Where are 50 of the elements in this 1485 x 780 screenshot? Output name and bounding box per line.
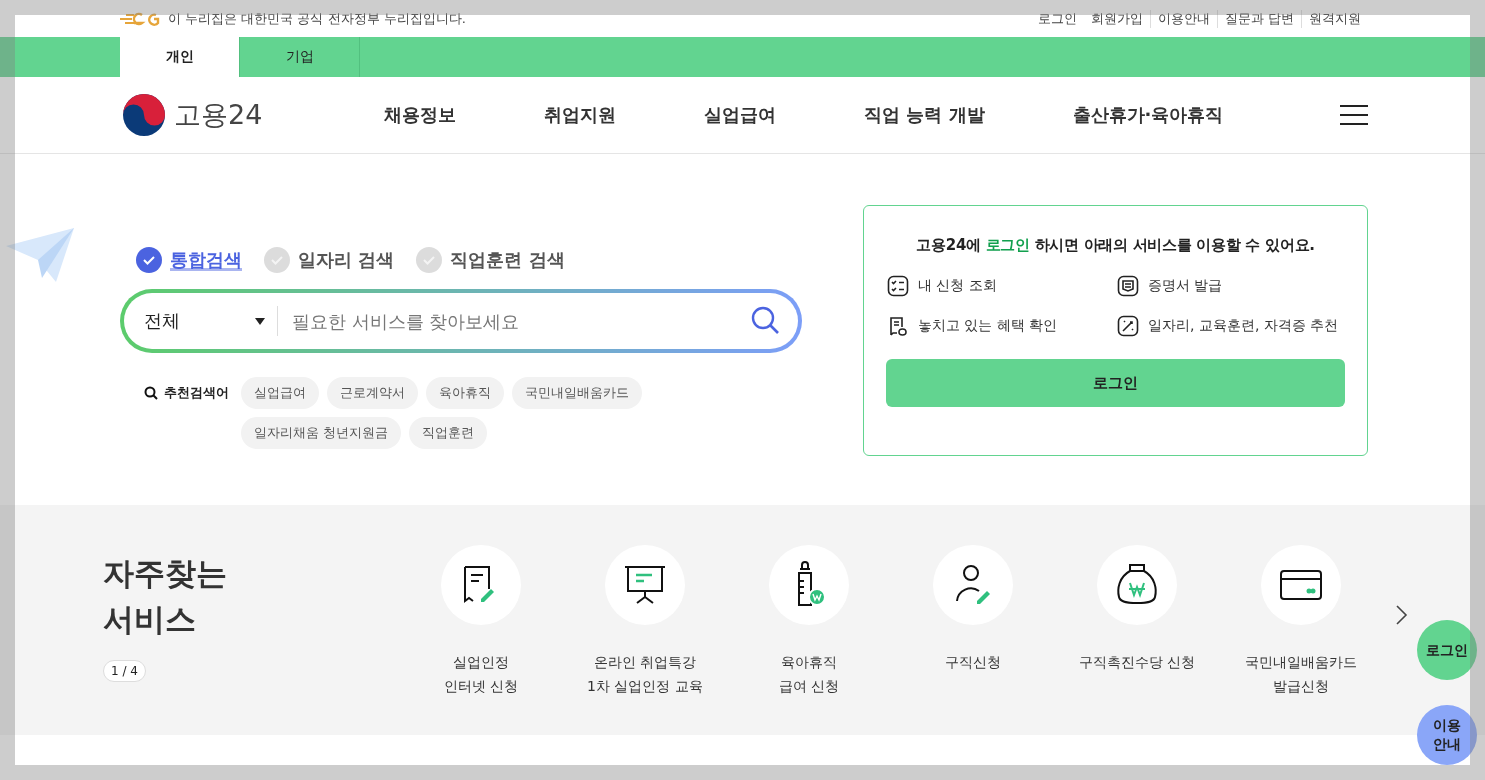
service-label[interactable]: 실업인정 인터넷 신청	[443, 650, 519, 698]
keyword-chip[interactable]: 직업훈련	[409, 417, 488, 449]
taegeuk-logo-icon	[122, 93, 166, 137]
nav-link[interactable]: 채용정보	[384, 103, 456, 127]
keyword-chip[interactable]: 국민내일배움카드	[512, 377, 642, 409]
nav-link[interactable]: 취업지원	[544, 103, 616, 127]
login-button[interactable]: 로그인	[886, 359, 1345, 407]
member-tab[interactable]: 기업	[240, 37, 360, 77]
nav-link[interactable]: 실업급여	[704, 103, 776, 127]
service-label[interactable]: 육아휴직 급여 신청	[778, 650, 840, 698]
util-link[interactable]: 질문과 답변	[1216, 9, 1301, 28]
checklist-icon	[887, 275, 909, 297]
service-label[interactable]: 구직촉진수당 신청	[1078, 650, 1196, 674]
login-service-label: 놓치고 있는 혜택 확인	[918, 317, 1058, 335]
section-title: 자주찾는 서비스	[103, 554, 228, 639]
guide-float-button[interactable]: 이용 안내	[1417, 705, 1477, 765]
nav-link[interactable]: 출산휴가·육아휴직	[1072, 103, 1224, 127]
search-icon	[144, 386, 158, 400]
search-scope-option[interactable]: 통합검색	[136, 247, 242, 273]
login-service-label: 증명서 발급	[1148, 277, 1223, 295]
keyword-chip[interactable]: 일자리채움 청년지원금	[241, 417, 402, 449]
login-service-label: 내 신청 조회	[918, 277, 997, 295]
login-service-label: 일자리, 교육훈련, 자격증 추천	[1148, 317, 1339, 335]
recommended-label: 추천검색어	[164, 384, 229, 402]
check-circle-icon	[136, 247, 162, 273]
service-label[interactable]: 국민내일배움카드 발급신청	[1245, 650, 1357, 698]
nav-link[interactable]: 직업 능력 개발	[864, 103, 985, 127]
util-link[interactable]: 회원가입	[1083, 9, 1150, 28]
brand-name[interactable]: 고용24	[174, 97, 263, 133]
keyword-chip[interactable]: 육아휴직	[426, 377, 504, 409]
search-scope-option[interactable]: 직업훈련 검색	[416, 247, 565, 273]
util-link[interactable]: 이용안내	[1149, 9, 1217, 28]
search-scope-option[interactable]: 일자리 검색	[264, 247, 395, 273]
caret-icon	[255, 317, 265, 325]
check-circle-icon	[264, 247, 290, 273]
util-link[interactable]: 로그인	[1030, 9, 1084, 28]
service-label[interactable]: 온라인 취업특강 1차 실업인정 교육	[587, 650, 703, 698]
login-prompt: 고용24에 로그인 하시면 아래의 서비스를 이용할 수 있어요.	[915, 236, 1316, 255]
keyword-chip[interactable]: 실업급여	[241, 377, 319, 409]
check-circle-icon	[416, 247, 443, 273]
keyword-chip[interactable]: 근로계약서	[327, 377, 418, 409]
member-tab[interactable]: 개인	[120, 37, 240, 77]
menu-icon[interactable]	[1340, 105, 1368, 125]
util-link[interactable]: 원격지원	[1301, 9, 1368, 28]
eg-logo-icon	[120, 11, 162, 26]
page-indicator: 1 / 4	[103, 660, 146, 682]
chevron-right-icon[interactable]	[1395, 604, 1409, 624]
service-label[interactable]: 구직신청	[945, 650, 1001, 674]
certificate-icon	[1117, 275, 1139, 297]
notice-text: 이 누리집은 대한민국 공식 전자정부 누리집입니다.	[168, 9, 466, 28]
